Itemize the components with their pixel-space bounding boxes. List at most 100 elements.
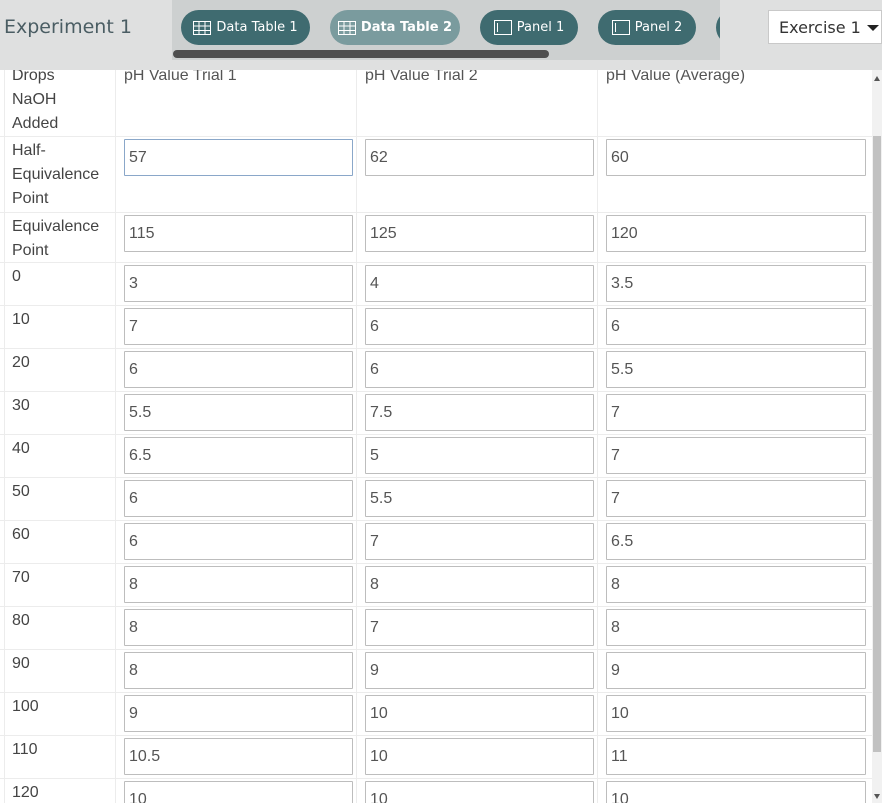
value-input[interactable]: 10 [365,695,594,732]
column-header-trial-1: pH Value Trial 1 [124,70,237,84]
value-input[interactable]: 10 [365,738,594,775]
value-input[interactable]: 7 [606,437,866,474]
row-label: 110 [12,741,38,758]
tab-data-table-2[interactable]: Data Table 2 [330,10,460,45]
table-row: Equivalence Point 115 125 120 [0,213,872,263]
table-row: 10 7 6 6 [0,306,872,349]
value-input[interactable]: 8 [606,609,866,646]
panel-icon [611,20,630,35]
value-input[interactable]: 7 [606,480,866,517]
table-row: 120 10 10 10 [0,779,872,803]
tab-strip-scrollbar[interactable] [173,50,549,58]
row-label: 0 [12,268,21,285]
row-label: 10 [12,311,30,328]
value-input[interactable]: 60 [606,139,866,176]
value-input[interactable]: 6 [365,351,594,388]
table-row: 60 6 7 6.5 [0,521,872,564]
value-input[interactable]: 57 [124,139,353,176]
value-input[interactable]: 4 [365,265,594,302]
value-input[interactable]: 9 [365,652,594,689]
value-input[interactable]: 62 [365,139,594,176]
top-bar: Experiment 1 Data Table 1 Data Table 2 P… [0,0,882,70]
value-input[interactable]: 5.5 [124,394,353,431]
value-input[interactable]: 115 [124,215,353,252]
exercise-select-value: Exercise 1 [779,18,861,37]
table-row: 20 6 6 5.5 [0,349,872,392]
tab-label: Data Table 2 [360,20,453,35]
value-input[interactable]: 7 [365,523,594,560]
column-header-trial-2: pH Value Trial 2 [365,70,478,84]
value-input[interactable]: 10 [124,781,353,803]
row-label: 70 [12,569,30,586]
value-input[interactable]: 125 [365,215,594,252]
value-input[interactable]: 5.5 [365,480,594,517]
row-label: 90 [12,655,30,672]
table-row: 80 8 7 8 [0,607,872,650]
value-input[interactable]: 6 [606,308,866,345]
value-input[interactable]: 10 [365,781,594,803]
tab-panel-2[interactable]: Panel 2 [598,10,696,45]
value-input[interactable]: 10 [606,695,866,732]
chevron-down-icon [867,25,879,31]
value-input[interactable]: 6 [124,523,353,560]
value-input[interactable]: 9 [124,695,353,732]
scroll-up-icon[interactable] [874,76,880,81]
tab-more[interactable] [716,10,720,45]
value-input[interactable]: 7 [365,609,594,646]
tab-panel-1[interactable]: Panel 1 [480,10,578,45]
tab-data-table-1[interactable]: Data Table 1 [181,10,310,45]
value-input[interactable]: 10.5 [124,738,353,775]
value-input[interactable]: 7 [606,394,866,431]
scroll-down-icon[interactable] [874,794,880,799]
value-input[interactable]: 5 [365,437,594,474]
value-input[interactable]: 9 [606,652,866,689]
row-label: 30 [12,397,30,414]
exercise-select[interactable]: Exercise 1 [768,10,882,44]
value-input[interactable]: 6 [124,480,353,517]
table-row: 40 6.5 5 7 [0,435,872,478]
value-input[interactable]: 3 [124,265,353,302]
table-row: 50 6 5.5 7 [0,478,872,521]
row-label: 20 [12,354,30,371]
row-label: Half-Equivalence Point [12,142,100,207]
value-input[interactable]: 7 [124,308,353,345]
row-label: 100 [12,698,39,715]
experiment-title: Experiment 1 [4,16,132,38]
value-input[interactable]: 6.5 [606,523,866,560]
value-input[interactable]: 8 [124,609,353,646]
value-input[interactable]: 120 [606,215,866,252]
scrollbar-thumb[interactable] [873,136,881,752]
value-input[interactable]: 8 [365,566,594,603]
value-input[interactable]: 6 [365,308,594,345]
data-table: Drops NaOH Added pH Value Trial 1 pH Val… [0,70,872,803]
table-row: 90 8 9 9 [0,650,872,693]
table-header-row: Drops NaOH Added pH Value Trial 1 pH Val… [0,70,872,137]
row-label: 120 [12,784,39,801]
value-input[interactable]: 6 [124,351,353,388]
table-icon [337,20,356,35]
value-input[interactable]: 8 [124,652,353,689]
value-input[interactable]: 10 [606,781,866,803]
table-row: 100 9 10 10 [0,693,872,736]
row-label: 80 [12,612,30,629]
table-icon [193,20,212,35]
value-input[interactable]: 5.5 [606,351,866,388]
column-header-drops: Drops NaOH Added [12,70,59,132]
tab-label: Panel 1 [516,20,565,35]
table-row: 0 3 4 3.5 [0,263,872,306]
vertical-scrollbar[interactable] [872,70,882,803]
row-label: 40 [12,440,30,457]
value-input[interactable]: 11 [606,738,866,775]
value-input[interactable]: 3.5 [606,265,866,302]
row-label: 50 [12,483,30,500]
tab-label: Data Table 1 [216,20,298,35]
column-header-average: pH Value (Average) [606,70,746,84]
table-row: 110 10.5 10 11 [0,736,872,779]
value-input[interactable]: 8 [606,566,866,603]
value-input[interactable]: 6.5 [124,437,353,474]
table-row: Half-Equivalence Point 57 62 60 [0,137,872,213]
value-input[interactable]: 7.5 [365,394,594,431]
row-label: Equivalence Point [12,218,100,259]
value-input[interactable]: 8 [124,566,353,603]
table-row: 30 5.5 7.5 7 [0,392,872,435]
